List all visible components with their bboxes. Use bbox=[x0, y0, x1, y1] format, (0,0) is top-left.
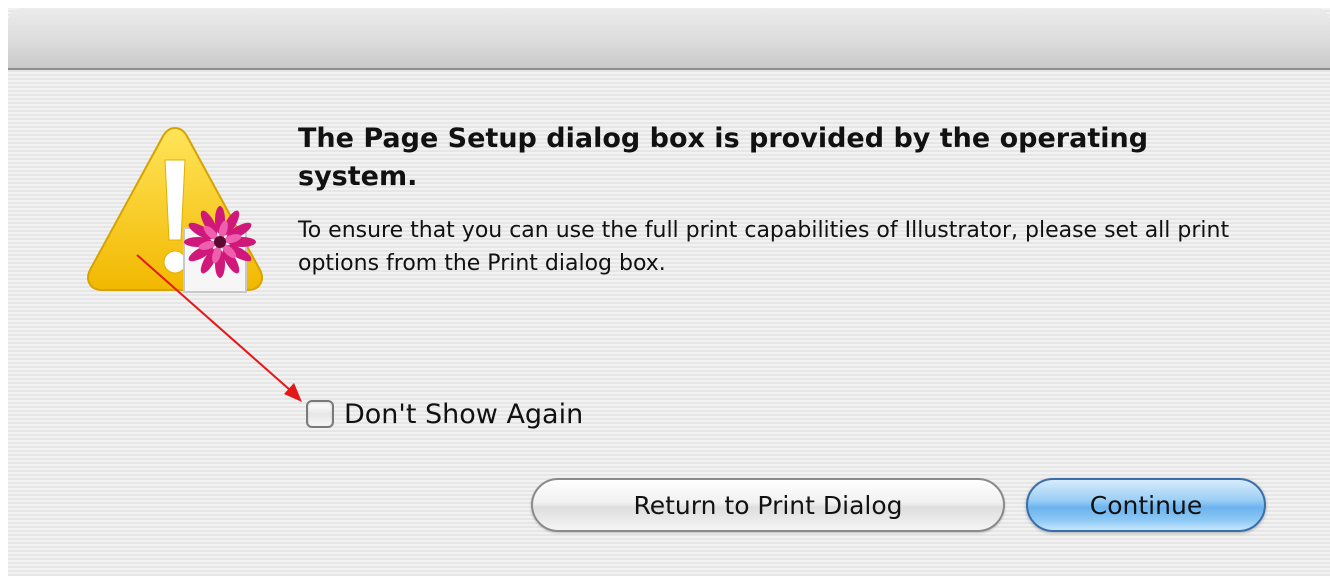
alert-heading: The Page Setup dialog box is provided by… bbox=[298, 123, 1149, 192]
caution-icon bbox=[87, 126, 263, 293]
alert-dialog: The Page Setup dialog box is provided by… bbox=[8, 8, 1330, 576]
dont-show-again-checkbox[interactable] bbox=[306, 400, 334, 428]
dont-show-again-label[interactable]: Don't Show Again bbox=[344, 399, 583, 430]
title-bar[interactable] bbox=[8, 8, 1330, 70]
dont-show-again-option[interactable]: Don't Show Again bbox=[306, 394, 583, 434]
alert-message: The Page Setup dialog box is provided by… bbox=[298, 120, 1258, 280]
continue-button[interactable]: Continue bbox=[1026, 478, 1266, 532]
return-to-print-dialog-button[interactable]: Return to Print Dialog bbox=[531, 478, 1005, 532]
alert-body: To ensure that you can use the full prin… bbox=[298, 218, 1230, 276]
